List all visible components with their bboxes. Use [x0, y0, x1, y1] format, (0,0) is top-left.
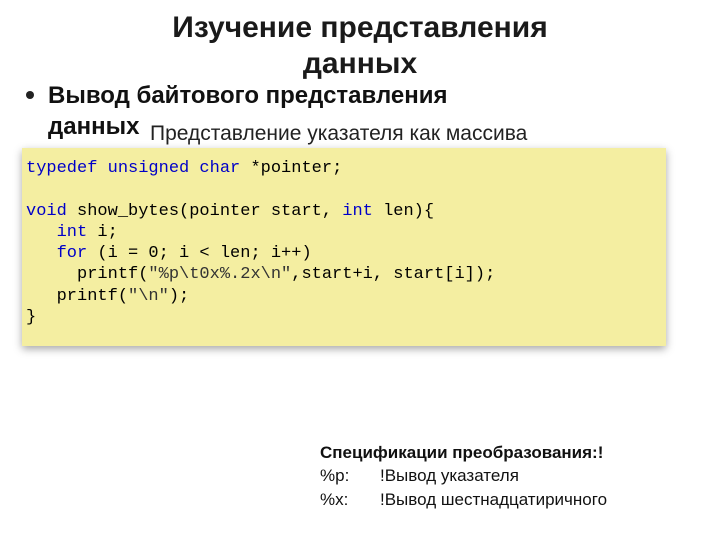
spec-x-key: %x:	[320, 488, 380, 512]
spec-p-key: %p:	[320, 464, 380, 488]
code-block: typedef unsigned char *pointer; void sho…	[22, 148, 666, 346]
code-p1c: ,start+i, start[i]);	[291, 265, 495, 284]
bullet-sub: Представление указателя как массива	[150, 122, 527, 146]
code-line-fn: void show_bytes(pointer start, int len){	[26, 201, 662, 222]
code-p1a: printf(	[26, 265, 148, 284]
bullet-icon	[26, 91, 34, 99]
slide-title: Изучение представления данных	[0, 0, 720, 82]
title-line-1: Изучение представления	[172, 11, 547, 44]
code-line-close: }	[26, 307, 662, 328]
spec-p-val: !Вывод указателя	[380, 464, 519, 488]
kw-int-decl: int	[26, 223, 87, 242]
spec-row-x: %x: !Вывод шестнадцатиричного	[320, 488, 700, 512]
spec-header: Спецификации преобразования:!	[320, 441, 700, 465]
kw-typedef: typedef unsigned char	[26, 159, 240, 178]
title-line-2: данных	[303, 47, 417, 80]
kw-void: void	[26, 202, 67, 221]
code-fn-sig: show_bytes(pointer start,	[67, 202, 342, 221]
code-fn-sig2: len){	[373, 202, 434, 221]
bullet-line-2: данных	[48, 113, 139, 140]
code-int-rest: i;	[87, 223, 118, 242]
kw-for: for	[26, 244, 87, 263]
code-for-rest: (i = 0; i < len; i++)	[87, 244, 311, 263]
code-p2c: );	[169, 287, 189, 306]
kw-int-param: int	[342, 202, 373, 221]
code-line-printf2: printf("\n");	[26, 286, 662, 307]
slide: Изучение представления данных Вывод байт…	[0, 0, 720, 540]
bullet-line-1: Вывод байтового представления	[48, 82, 447, 109]
code-p2b: "\n"	[128, 287, 169, 306]
code-line-typedef: typedef unsigned char *pointer;	[26, 158, 662, 179]
code-line-for: for (i = 0; i < len; i++)	[26, 243, 662, 264]
code-p1b: "%p\t0x%.2x\n"	[148, 265, 291, 284]
spec-row-p: %p: !Вывод указателя	[320, 464, 700, 488]
code-p2a: printf(	[26, 287, 128, 306]
code-line-blank	[26, 179, 662, 200]
code-line-printf1: printf("%p\t0x%.2x\n",start+i, start[i])…	[26, 264, 662, 285]
code-line-int: int i;	[26, 222, 662, 243]
code-typedef-rest: *pointer;	[240, 159, 342, 178]
spec-x-val: !Вывод шестнадцатиричного	[380, 488, 607, 512]
spec-block: Спецификации преобразования:! %p: !Вывод…	[320, 441, 700, 512]
